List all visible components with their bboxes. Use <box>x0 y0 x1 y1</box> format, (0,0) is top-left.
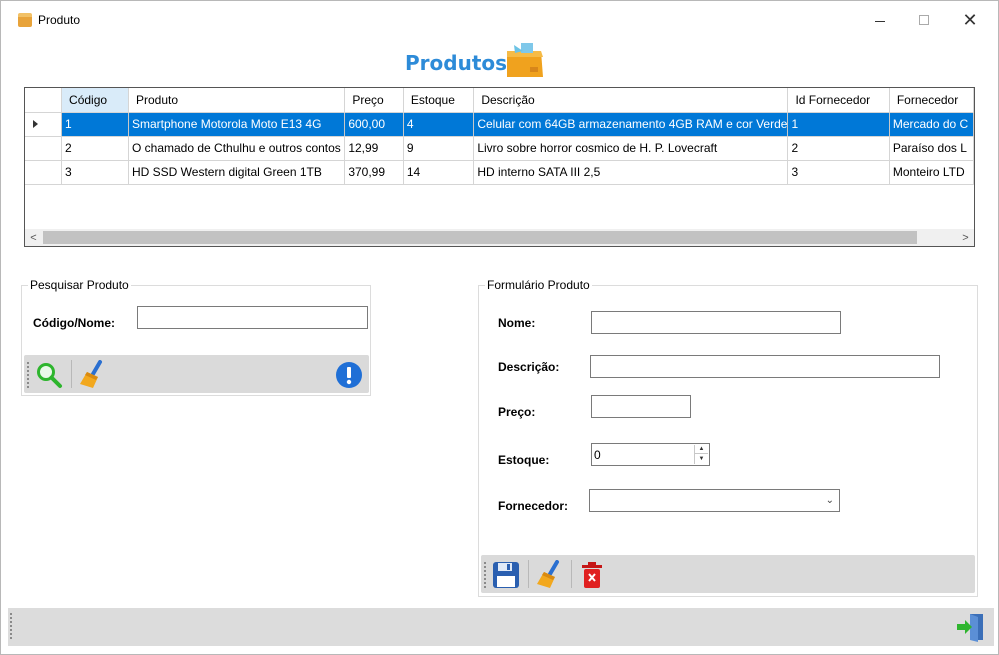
floppy-disk-icon <box>493 562 519 588</box>
exit-door-icon <box>957 614 983 642</box>
bottom-toolstrip <box>8 608 994 646</box>
row-selector[interactable] <box>25 112 63 137</box>
toolstrip-grip[interactable] <box>10 613 13 639</box>
toolstrip-grip[interactable] <box>484 562 487 588</box>
preco-field[interactable] <box>591 395 691 418</box>
cell-codigo[interactable]: 3 <box>61 160 129 185</box>
search-group-legend: Pesquisar Produto <box>28 278 131 292</box>
maximize-button[interactable] <box>901 1 947 39</box>
cell-preco[interactable]: 12,99 <box>344 136 404 161</box>
fornecedor-select[interactable]: ⌄ <box>589 489 840 512</box>
search-group: Pesquisar Produto Código/Nome: <box>21 278 371 396</box>
estoque-label: Estoque: <box>498 453 550 467</box>
scroll-thumb[interactable] <box>43 231 917 244</box>
descricao-label: Descrição: <box>498 360 560 374</box>
product-box-icon <box>507 43 543 77</box>
cell-estoque[interactable]: 9 <box>403 136 475 161</box>
row-header-corner <box>25 88 63 113</box>
cell-codigo[interactable]: 2 <box>61 136 129 161</box>
form-toolstrip <box>481 555 975 593</box>
clear-form-button[interactable] <box>534 560 564 590</box>
nome-label: Nome: <box>498 316 536 330</box>
grid-header-row: Código Produto Preço Estoque Descrição I… <box>25 88 974 113</box>
broom-icon <box>537 560 559 588</box>
cell-descricao[interactable]: Livro sobre horror cosmico de H. P. Love… <box>473 136 789 161</box>
toolstrip-separator <box>71 360 72 388</box>
scroll-right-button[interactable]: > <box>957 229 974 246</box>
fornecedor-label: Fornecedor: <box>498 499 569 513</box>
cell-produto[interactable]: Smartphone Motorola Moto E13 4G <box>128 112 346 137</box>
exit-button[interactable] <box>956 612 986 642</box>
current-row-arrow-icon <box>33 120 38 128</box>
stepper-buttons: ▲ ▼ <box>694 445 708 464</box>
column-header-produto[interactable]: Produto <box>128 88 346 113</box>
toolstrip-grip[interactable] <box>27 362 30 388</box>
stepper-up-icon[interactable]: ▲ <box>695 445 708 454</box>
toolstrip-separator <box>528 560 529 588</box>
toolstrip-separator <box>571 560 572 588</box>
close-button[interactable]: ✕ <box>947 1 993 39</box>
cell-id-fornecedor[interactable]: 3 <box>787 160 890 185</box>
clear-search-button[interactable] <box>77 360 107 390</box>
delete-button[interactable] <box>577 560 607 590</box>
products-grid[interactable]: Código Produto Preço Estoque Descrição I… <box>24 87 975 247</box>
search-toolstrip <box>24 355 369 393</box>
column-header-fornecedor[interactable]: Fornecedor <box>889 88 974 113</box>
search-input[interactable] <box>137 306 368 329</box>
chevron-down-icon: ⌄ <box>825 495 834 506</box>
column-header-descricao[interactable]: Descrição <box>473 88 789 113</box>
minimize-icon <box>875 20 885 22</box>
broom-icon <box>80 360 102 388</box>
trash-icon <box>582 562 602 588</box>
cell-preco[interactable]: 600,00 <box>344 112 404 137</box>
cell-preco[interactable]: 370,99 <box>344 160 404 185</box>
cell-produto[interactable]: HD SSD Western digital Green 1TB <box>128 160 346 185</box>
window-title: Produto <box>38 13 81 27</box>
estoque-value: 0 <box>594 447 601 462</box>
cell-estoque[interactable]: 14 <box>403 160 475 185</box>
column-header-preco[interactable]: Preço <box>344 88 404 113</box>
app-box-icon <box>18 13 32 27</box>
nome-field[interactable] <box>591 311 841 334</box>
cell-id-fornecedor[interactable]: 1 <box>787 112 890 137</box>
maximize-icon <box>919 15 929 25</box>
info-button[interactable] <box>334 360 364 390</box>
column-header-codigo[interactable]: Código <box>61 88 129 113</box>
magnifier-icon <box>37 363 62 388</box>
save-button[interactable] <box>491 560 521 590</box>
column-header-id-fornecedor[interactable]: Id Fornecedor <box>787 88 890 113</box>
page-title: Produtos <box>405 51 508 75</box>
search-label: Código/Nome: <box>33 316 115 330</box>
table-row[interactable]: 2 O chamado de Cthulhu e outros contos 1… <box>25 136 974 161</box>
row-selector[interactable] <box>25 136 63 161</box>
cell-fornecedor[interactable]: Monteiro LTD <box>889 160 974 185</box>
descricao-field[interactable] <box>590 355 940 378</box>
cell-id-fornecedor[interactable]: 2 <box>787 136 890 161</box>
products-table: Código Produto Preço Estoque Descrição I… <box>25 88 974 185</box>
product-form-group: Formulário Produto Nome: Descrição: Preç… <box>478 278 978 597</box>
stepper-down-icon[interactable]: ▼ <box>695 454 708 463</box>
cell-descricao[interactable]: HD interno SATA III 2,5 <box>473 160 789 185</box>
cell-codigo[interactable]: 1 <box>61 112 129 137</box>
form-group-legend: Formulário Produto <box>485 278 592 292</box>
cell-produto[interactable]: O chamado de Cthulhu e outros contos <box>128 136 346 161</box>
product-window: Produto ✕ Produtos Código Produto Preço … <box>0 0 999 655</box>
scroll-left-button[interactable]: < <box>25 229 42 246</box>
cell-fornecedor[interactable]: Mercado do C <box>889 112 974 137</box>
table-row[interactable]: 3 HD SSD Western digital Green 1TB 370,9… <box>25 160 974 185</box>
search-button[interactable] <box>34 360 64 390</box>
row-selector[interactable] <box>25 160 63 185</box>
estoque-stepper[interactable]: 0 ▲ ▼ <box>591 443 710 466</box>
cell-fornecedor[interactable]: Paraíso dos L <box>889 136 974 161</box>
cell-estoque[interactable]: 4 <box>403 112 475 137</box>
cell-descricao[interactable]: Celular com 64GB armazenamento 4GB RAM e… <box>473 112 789 137</box>
info-icon <box>336 362 362 388</box>
horizontal-scrollbar[interactable]: < > <box>25 229 974 246</box>
title-bar: Produto ✕ <box>1 1 998 39</box>
table-row[interactable]: 1 Smartphone Motorola Moto E13 4G 600,00… <box>25 112 974 137</box>
minimize-button[interactable] <box>857 1 903 39</box>
column-header-estoque[interactable]: Estoque <box>403 88 475 113</box>
preco-label: Preço: <box>498 405 536 419</box>
